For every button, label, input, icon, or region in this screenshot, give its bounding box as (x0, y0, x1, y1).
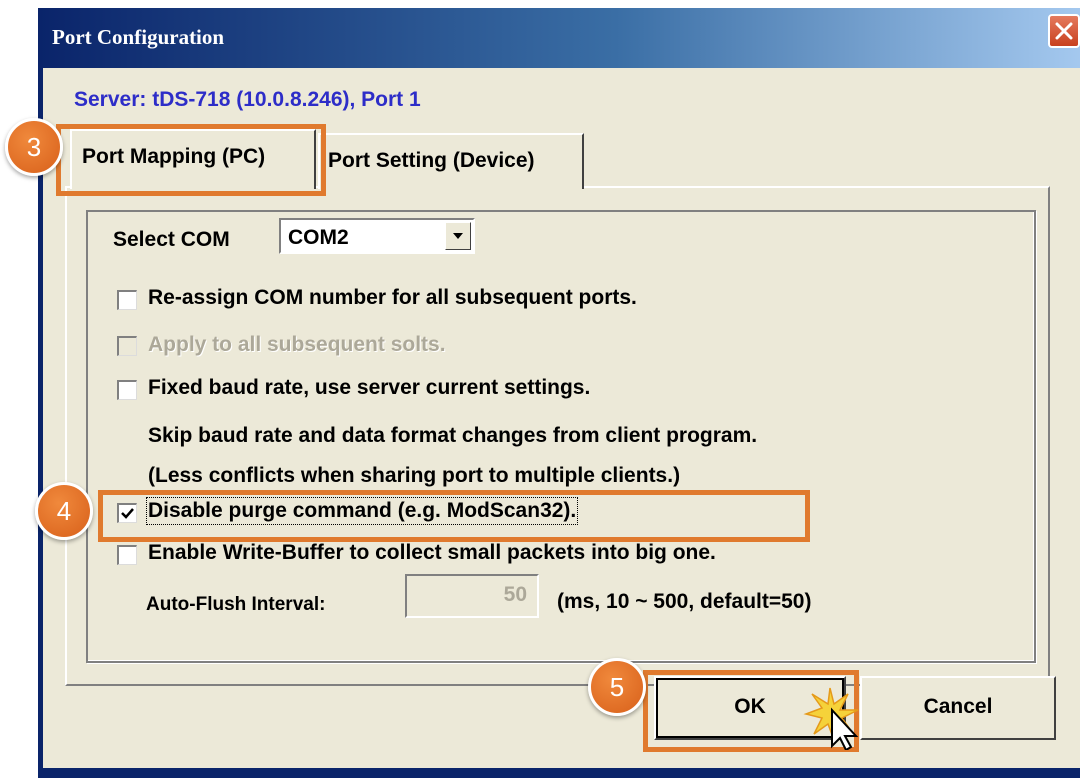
fixed-baud-label[interactable]: Fixed baud rate, use server current sett… (148, 376, 590, 400)
com-select[interactable]: COM2 (279, 218, 475, 254)
cancel-button[interactable]: Cancel (860, 676, 1056, 740)
fixed-baud-checkbox[interactable] (117, 380, 137, 400)
com-dropdown-button[interactable] (445, 222, 471, 250)
callout-badge-3: 3 (5, 118, 63, 176)
chevron-down-icon (453, 233, 463, 239)
apply-subsequent-label: Apply to all subsequent solts. (148, 333, 446, 356)
callout-badge-5: 5 (588, 658, 646, 716)
reassign-com-label[interactable]: Re-assign COM number for all subsequent … (148, 286, 637, 310)
com-select-value: COM2 (288, 226, 349, 249)
close-icon (1055, 22, 1073, 40)
auto-flush-input[interactable]: 50 (405, 574, 539, 618)
callout-badge-4: 4 (35, 482, 93, 540)
write-buffer-label[interactable]: Enable Write-Buffer to collect small pac… (148, 541, 716, 565)
server-info: Server: tDS-718 (10.0.8.246), Port 1 (74, 88, 421, 111)
fixed-baud-note-2: (Less conflicts when sharing port to mul… (148, 464, 681, 487)
highlight-disable-purge (98, 490, 810, 542)
apply-subsequent-checkbox[interactable] (117, 336, 137, 356)
fixed-baud-note-1: Skip baud rate and data format changes f… (148, 424, 758, 447)
auto-flush-hint: (ms, 10 ~ 500, default=50) (557, 590, 812, 613)
click-cursor-icon (803, 687, 859, 750)
window-title: Port Configuration (52, 25, 225, 49)
auto-flush-label: Auto-Flush Interval: (146, 594, 326, 615)
close-button[interactable] (1048, 14, 1080, 48)
tab-port-setting[interactable]: Port Setting (Device) (318, 133, 584, 189)
tab-port-mapping[interactable]: Port Mapping (PC) (70, 129, 316, 189)
reassign-com-checkbox[interactable] (117, 290, 137, 310)
write-buffer-checkbox[interactable] (117, 545, 137, 565)
select-com-label: Select COM (113, 228, 230, 251)
